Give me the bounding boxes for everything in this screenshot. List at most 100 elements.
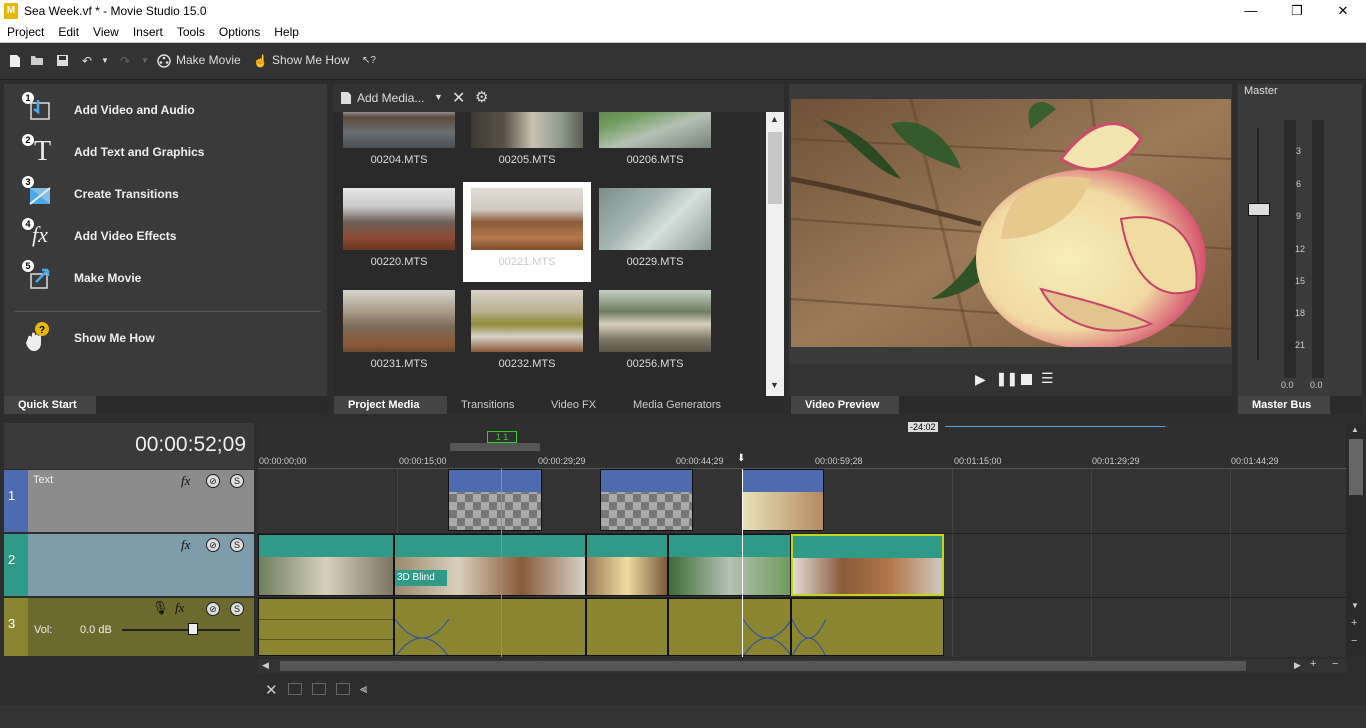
zoom-out-icon[interactable]: − [1351,635,1357,647]
tab-project-media[interactable]: Project Media [334,396,447,414]
media-thumb[interactable]: 00232.MTS [463,284,591,384]
qs-add-video-effects[interactable]: 4 fx Add Video Effects [22,218,322,252]
track-fx-icon[interactable]: fx [181,537,190,553]
video-clip[interactable] [258,534,394,596]
tab-video-preview[interactable]: Video Preview [791,396,899,414]
media-thumb[interactable]: 00231.MTS [335,284,463,384]
loop-bar[interactable] [945,426,1165,427]
show-me-how-button[interactable]: Show Me How [272,53,349,67]
show-me-how-icon[interactable]: ☝ [253,54,268,68]
mute-icon[interactable]: ⊘ [206,474,220,488]
save-icon[interactable] [55,54,69,68]
scroll-down-icon[interactable]: ▼ [1351,601,1359,610]
scroll-thumb[interactable] [768,132,782,204]
audio-clip[interactable] [791,598,944,656]
qs-show-me-how[interactable]: ? Show Me How [22,320,322,354]
play-icon[interactable]: ▶ [975,371,986,388]
scroll-thumb[interactable] [280,661,1246,671]
video-clip[interactable] [668,534,791,596]
tab-transitions[interactable]: Transitions [447,396,528,414]
media-thumb[interactable]: 00220.MTS [335,182,463,282]
menu-options[interactable]: Options [212,23,267,39]
split-icon[interactable] [336,683,350,695]
snap-icon[interactable]: ⫷ [360,681,367,697]
scroll-down-icon[interactable]: ▼ [770,380,779,390]
menu-list-icon[interactable]: ☰ [1041,370,1054,387]
solo-icon[interactable]: S [230,474,244,488]
menu-insert[interactable]: Insert [126,23,170,39]
trim-end-icon[interactable] [312,683,326,695]
context-help-icon[interactable]: ↖? [362,54,376,68]
stop-icon[interactable] [1021,374,1032,385]
media-thumb[interactable]: 00229.MTS [591,182,719,282]
scroll-left-icon[interactable]: ◀ [262,660,269,671]
text-clip[interactable] [448,469,542,531]
mute-icon[interactable]: ⊘ [206,538,220,552]
open-folder-icon[interactable] [30,54,44,68]
text-clip[interactable] [742,469,824,531]
redo-icon[interactable]: ↷ [118,54,132,68]
zoom-in-icon[interactable]: + [1351,617,1357,629]
text-clip[interactable] [600,469,693,531]
mute-icon[interactable]: ⊘ [206,602,220,616]
loop-region[interactable] [450,443,540,451]
make-movie-icon[interactable] [157,54,171,68]
scroll-up-icon[interactable]: ▲ [1351,425,1359,434]
audio-clip[interactable] [668,598,791,656]
zoom-out-icon[interactable]: − [1332,658,1338,670]
qs-make-movie[interactable]: 5 Make Movie [22,260,322,294]
undo-dropdown-icon[interactable]: ▼ [98,54,112,68]
solo-icon[interactable]: S [230,602,244,616]
add-media-button[interactable]: Add Media... [357,91,424,105]
media-thumb-selected[interactable]: 00221.MTS [463,182,591,282]
qs-add-video-audio[interactable]: 1 Add Video and Audio [22,92,322,126]
delete-icon[interactable]: ✕ [265,681,278,699]
media-scrollbar[interactable]: ▲ ▼ [766,112,784,396]
menu-tools[interactable]: Tools [170,23,212,39]
make-movie-button[interactable]: Make Movie [176,53,241,67]
track-header-video[interactable]: 2 fx ⊘ S [4,534,254,596]
maximize-button[interactable]: ❐ [1274,0,1320,23]
audio-clip[interactable] [258,598,394,656]
media-thumb[interactable]: 00256.MTS [591,284,719,384]
remove-media-icon[interactable]: ✕ [452,88,465,108]
qs-add-text-graphics[interactable]: 2 T Add Text and Graphics [22,134,322,168]
track-header-audio[interactable]: 3 🎙 fx ⊘ S Vol: 0.0 dB [4,598,254,656]
scroll-up-icon[interactable]: ▲ [770,114,779,124]
pause-icon[interactable]: ❚❚ [996,371,1018,387]
track-header-text[interactable]: 1 Text fx ⊘ S [4,470,254,532]
media-thumb[interactable]: 00206.MTS [591,112,719,180]
menu-help[interactable]: Help [267,23,306,39]
audio-clip[interactable] [394,598,586,656]
zoom-in-icon[interactable]: + [1310,658,1316,670]
master-fader-handle[interactable] [1248,203,1270,216]
scroll-right-icon[interactable]: ▶ [1294,660,1301,671]
video-clip[interactable] [586,534,668,596]
menu-edit[interactable]: Edit [51,23,86,39]
record-arm-icon[interactable]: 🎙 [152,600,169,616]
tab-master-bus[interactable]: Master Bus [1238,396,1330,414]
media-thumb[interactable]: 00204.MTS [335,112,463,180]
playhead-icon[interactable]: ⬇ [737,453,745,464]
volume-slider[interactable] [122,629,240,631]
track-fx-icon[interactable]: fx [181,473,190,489]
tab-media-generators[interactable]: Media Generators [619,396,735,414]
undo-icon[interactable]: ↶ [80,54,94,68]
timeline-vscroll[interactable]: ▲ ▼ + − [1346,423,1366,657]
redo-dropdown-icon[interactable]: ▼ [138,54,152,68]
settings-gear-icon[interactable]: ⚙ [475,88,488,106]
add-media-dropdown-icon[interactable]: ▼ [434,92,443,102]
qs-create-transitions[interactable]: 3 Create Transitions [22,176,322,210]
volume-slider-handle[interactable] [188,623,198,635]
track-fx-icon[interactable]: fx [175,600,184,616]
video-clip[interactable]: 3D Blind [394,534,586,596]
media-thumb[interactable]: 00205.MTS [463,112,591,180]
time-ruler[interactable]: 00:00:00;00 00:00:15;00 00:00:29;29 00:0… [258,422,1346,469]
timeline-hscroll[interactable]: ◀ ▶ + − [258,658,1346,673]
scroll-thumb[interactable] [1349,439,1363,495]
solo-icon[interactable]: S [230,538,244,552]
trim-start-icon[interactable] [288,683,302,695]
playhead-line[interactable] [742,469,743,657]
menu-view[interactable]: View [86,23,126,39]
tab-quick-start[interactable]: Quick Start [4,396,96,414]
